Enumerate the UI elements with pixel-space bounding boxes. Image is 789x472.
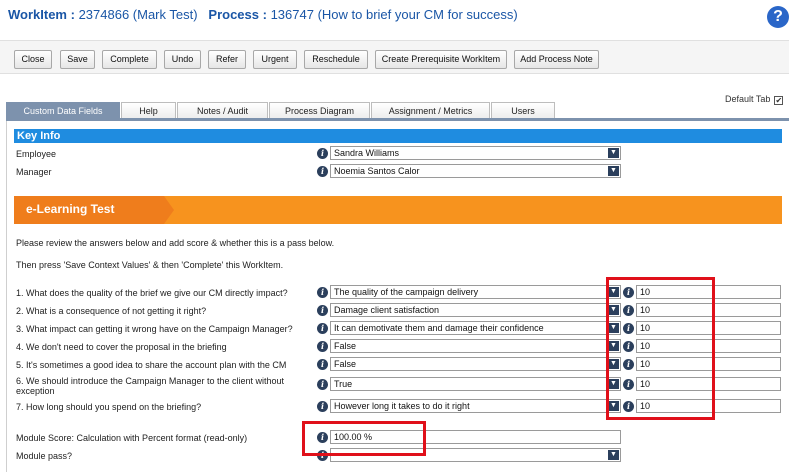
info-icon[interactable]: i: [317, 323, 328, 334]
question-label: 4. We don't need to cover the proposal i…: [16, 342, 227, 352]
tab-help[interactable]: Help: [121, 102, 176, 119]
answer-value: However long it takes to do it right: [334, 401, 470, 411]
manager-label: Manager: [16, 167, 52, 177]
chevron-down-icon[interactable]: ▼: [608, 450, 619, 460]
process-value: 136747 (How to brief your CM for success…: [270, 7, 518, 22]
answer-value: Damage client satisfaction: [334, 305, 440, 315]
question-label: 1. What does the quality of the brief we…: [16, 288, 288, 298]
info-icon[interactable]: i: [317, 379, 328, 390]
answer-value: The quality of the campaign delivery: [334, 287, 479, 297]
chevron-down-icon[interactable]: ▼: [608, 166, 619, 176]
workitem-value: 2374866 (Mark Test): [78, 7, 198, 22]
default-tab-label: Default Tab: [725, 94, 771, 104]
refer-button[interactable]: Refer: [208, 50, 246, 69]
urgent-button[interactable]: Urgent: [253, 50, 297, 69]
answer-value: True: [334, 379, 353, 389]
reschedule-button[interactable]: Reschedule: [304, 50, 368, 69]
answer-select[interactable]: The quality of the campaign delivery ▼: [330, 285, 621, 299]
answer-select[interactable]: False ▼: [330, 339, 621, 353]
undo-button[interactable]: Undo: [164, 50, 201, 69]
employee-label: Employee: [16, 149, 57, 159]
highlight-box-scores: [606, 277, 715, 420]
answer-value: False: [334, 341, 357, 351]
info-icon[interactable]: i: [317, 166, 328, 177]
default-tab-toggle[interactable]: Default Tab ✔: [725, 94, 784, 105]
question-label: 5. It's sometimes a good idea to share t…: [16, 360, 287, 370]
module-pass-label: Module pass?: [16, 451, 73, 461]
info-icon[interactable]: i: [317, 401, 328, 412]
info-icon[interactable]: i: [317, 305, 328, 316]
answer-select[interactable]: True ▼: [330, 377, 621, 391]
tab-notes-audit[interactable]: Notes / Audit: [177, 102, 268, 119]
tab-process-diagram[interactable]: Process Diagram: [269, 102, 370, 119]
help-icon[interactable]: ?: [767, 6, 789, 28]
employee-value: Sandra Williams: [334, 148, 400, 158]
employee-select[interactable]: Sandra Williams ▼: [330, 146, 621, 160]
info-icon[interactable]: i: [317, 341, 328, 352]
question-label-continued: exception: [16, 386, 55, 396]
workitem-label: WorkItem :: [8, 7, 75, 22]
tab-assignment-metrics[interactable]: Assignment / Metrics: [371, 102, 490, 119]
question-label: 3. What impact can getting it wrong have…: [16, 324, 293, 334]
manager-value: Noemia Santos Calor: [334, 166, 420, 176]
chevron-down-icon[interactable]: ▼: [608, 148, 619, 158]
instruction-text: Please review the answers below and add …: [16, 238, 335, 248]
answer-value: It can demotivate them and damage their …: [334, 323, 544, 333]
instruction-text: Then press 'Save Context Values' & then …: [16, 260, 284, 270]
question-label: 2. What is a consequence of not getting …: [16, 306, 207, 316]
module-score-label: Module Score: Calculation with Percent f…: [16, 433, 248, 443]
tab-users[interactable]: Users: [491, 102, 555, 119]
answer-select[interactable]: False ▼: [330, 357, 621, 371]
answer-select[interactable]: Damage client satisfaction ▼: [330, 303, 621, 317]
save-button[interactable]: Save: [60, 50, 95, 69]
default-tab-checkbox[interactable]: ✔: [774, 96, 784, 105]
info-icon[interactable]: i: [317, 359, 328, 370]
question-label: 6. We should introduce the Campaign Mana…: [16, 376, 284, 386]
answer-select[interactable]: It can demotivate them and damage their …: [330, 321, 621, 335]
info-icon[interactable]: i: [317, 148, 328, 159]
answer-value: False: [334, 359, 357, 369]
section-title: e-Learning Test: [26, 202, 115, 216]
process-label: Process :: [208, 7, 267, 22]
answer-select[interactable]: However long it takes to do it right ▼: [330, 399, 621, 413]
toolbar: Close Save Complete Undo Refer Urgent Re…: [0, 40, 789, 74]
close-button[interactable]: Close: [14, 50, 52, 69]
complete-button[interactable]: Complete: [102, 50, 157, 69]
key-info-header: Key Info: [14, 129, 782, 143]
create-prerequisite-button[interactable]: Create Prerequisite WorkItem: [375, 50, 507, 69]
window-title: WorkItem : 2374866 (Mark Test) Process :…: [8, 7, 518, 22]
question-label: 7. How long should you spend on the brie…: [16, 402, 202, 412]
add-process-note-button[interactable]: Add Process Note: [514, 50, 599, 69]
info-icon[interactable]: i: [317, 287, 328, 298]
manager-select[interactable]: Noemia Santos Calor ▼: [330, 164, 621, 178]
highlight-box-module-score: [302, 421, 426, 456]
tab-custom-data-fields[interactable]: Custom Data Fields: [6, 102, 120, 119]
